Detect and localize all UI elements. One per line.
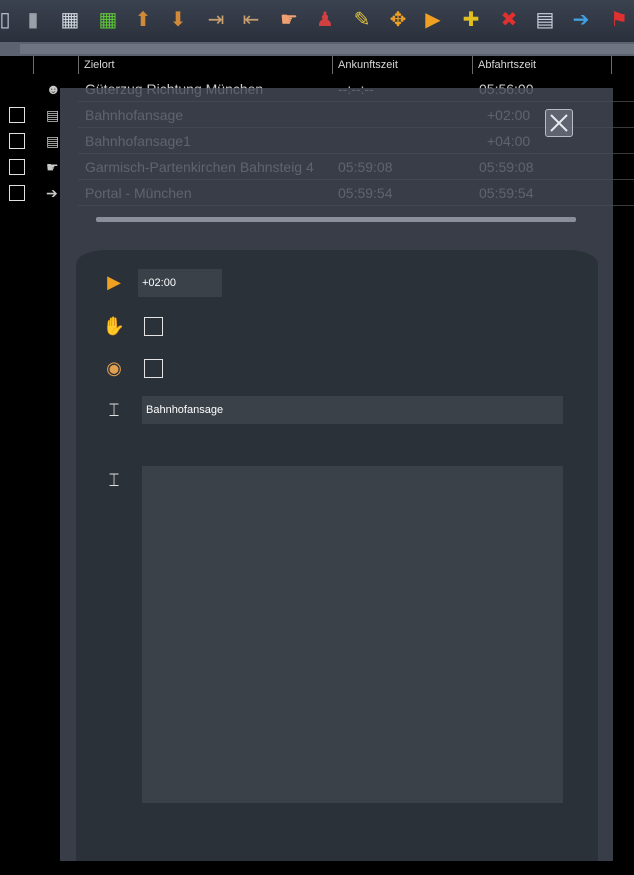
portal-enter-button[interactable]: ➔ xyxy=(568,6,594,34)
text-settings-icon: ⌶ xyxy=(108,400,120,420)
move-down-button[interactable]: ⬇ xyxy=(165,6,191,34)
delete-button[interactable]: ✖ xyxy=(496,6,522,34)
insert-after-button[interactable]: ⇤ xyxy=(238,6,264,34)
time-offset-field[interactable]: +02:00 xyxy=(138,269,222,297)
page-button[interactable]: ▯ xyxy=(0,6,18,34)
grid-small-button[interactable]: ▦ xyxy=(57,6,83,34)
scrollbar-thumb[interactable] xyxy=(20,44,634,54)
description-settings-icon: ⌶ xyxy=(108,470,120,490)
stop-checkbox[interactable] xyxy=(144,317,163,336)
grid-green-button[interactable]: ▦ xyxy=(95,6,121,34)
pointing-hand-icon: ☛ xyxy=(280,9,298,31)
page-icon: ▯ xyxy=(0,9,11,31)
grid-small-icon: ▦ xyxy=(60,9,80,31)
speaker-settings-icon: ◉ xyxy=(106,358,122,378)
description-textarea[interactable] xyxy=(142,466,563,803)
trash-icon: ▮ xyxy=(27,9,39,31)
persons-icon: ♟ xyxy=(316,9,334,31)
play-add-button[interactable]: ▶ xyxy=(420,6,446,34)
announcement-editor-dialog: ▶ +02:00 ✋ ◉ ⌶ Bahnhofansage ⌶ xyxy=(60,88,613,861)
column-header-blank xyxy=(33,56,79,74)
clock-play-icon: ▶ xyxy=(107,272,121,292)
toolbar: ▯ ▮ ▦ ▦ ⬆ ⬇ ⇥ ⇤ ☛ ♟ ✎ ✥ ▶ ✚ ✖ ▤ ➔ ⚑ xyxy=(0,0,634,43)
persons-button[interactable]: ♟ xyxy=(312,6,338,34)
row-checkbox[interactable] xyxy=(9,185,25,201)
add-green-button[interactable]: ✚ xyxy=(458,6,484,34)
move-down-icon: ⬇ xyxy=(169,9,187,31)
play-add-icon: ▶ xyxy=(425,9,441,31)
column-header-departure[interactable]: Abfahrtszeit xyxy=(472,56,612,74)
close-button[interactable] xyxy=(545,109,573,137)
announcement-name-field[interactable]: Bahnhofansage xyxy=(142,396,563,424)
delete-icon: ✖ xyxy=(500,9,518,31)
expand-arrows-button[interactable]: ✥ xyxy=(385,6,411,34)
row-checkbox[interactable] xyxy=(9,107,25,123)
audio-checkbox[interactable] xyxy=(144,359,163,378)
flag-icon: ⚑ xyxy=(610,9,628,31)
edit-signal-icon: ✎ xyxy=(353,9,371,31)
expand-arrows-icon: ✥ xyxy=(389,9,407,31)
add-green-icon: ✚ xyxy=(462,9,480,31)
column-header-destination[interactable]: Zielort xyxy=(78,56,332,74)
move-up-icon: ⬆ xyxy=(134,9,152,31)
row-checkbox[interactable] xyxy=(9,133,25,149)
column-header-arrival[interactable]: Ankunftszeit xyxy=(332,56,472,74)
editor-panel: ▶ +02:00 ✋ ◉ ⌶ Bahnhofansage ⌶ xyxy=(76,250,598,861)
insert-after-icon: ⇤ xyxy=(242,9,260,31)
grid-green-icon: ▦ xyxy=(98,9,118,31)
portal-enter-icon: ➔ xyxy=(572,9,590,31)
announcement-settings-button[interactable]: ▤ xyxy=(532,6,558,34)
hand-settings-icon: ✋ xyxy=(102,316,126,336)
move-up-button[interactable]: ⬆ xyxy=(130,6,156,34)
insert-before-button[interactable]: ⇥ xyxy=(203,6,229,34)
dialog-divider xyxy=(96,217,576,222)
announcement-settings-icon: ▤ xyxy=(535,9,555,31)
pointing-hand-button[interactable]: ☛ xyxy=(276,6,302,34)
row-checkbox[interactable] xyxy=(9,159,25,175)
horizontal-scrollbar[interactable] xyxy=(0,42,634,56)
insert-before-icon: ⇥ xyxy=(207,9,225,31)
close-icon xyxy=(550,114,568,132)
flag-button[interactable]: ⚑ xyxy=(606,6,632,34)
edit-signal-button[interactable]: ✎ xyxy=(349,6,375,34)
trash-button[interactable]: ▮ xyxy=(20,6,46,34)
